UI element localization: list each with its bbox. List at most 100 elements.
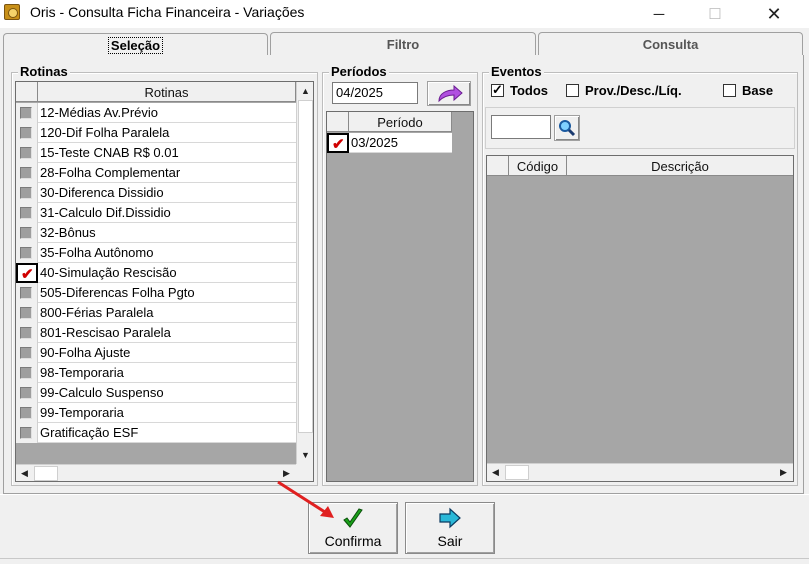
rotina-row[interactable]: 15-Teste CNAB R$ 0.01 (16, 143, 296, 163)
rotina-row[interactable]: 800-Férias Paralela (16, 303, 296, 323)
unchecked-box-icon (20, 307, 32, 319)
unchecked-box-icon (20, 227, 32, 239)
rotina-row[interactable]: 90-Folha Ajuste (16, 343, 296, 363)
rotina-row[interactable]: 505-Diferencas Folha Pgto (16, 283, 296, 303)
rotina-row[interactable]: 28-Folha Complementar (16, 163, 296, 183)
scroll-down-icon[interactable]: ▼ (297, 446, 313, 463)
row-checkbox[interactable] (16, 203, 38, 223)
search-button[interactable] (554, 115, 580, 141)
descricao-column-header[interactable]: Descrição (567, 156, 793, 176)
row-label: 120-Dif Folha Paralela (40, 125, 170, 140)
row-checkbox[interactable] (16, 243, 38, 263)
row-label: 28-Folha Complementar (40, 165, 181, 180)
rotinas-vscroll[interactable]: ▲ ▼ (296, 82, 313, 464)
scroll-left-icon[interactable]: ◀ (487, 464, 504, 481)
base-checkbox-box[interactable] (723, 84, 736, 97)
row-checkbox[interactable]: ✔ (327, 133, 349, 153)
periodos-grid-header: Período (327, 112, 452, 132)
scroll-left-icon[interactable]: ◀ (16, 465, 33, 481)
scroll-up-icon[interactable]: ▲ (297, 82, 313, 99)
row-checkbox[interactable] (16, 123, 38, 143)
row-label: Gratificação ESF (40, 425, 139, 440)
rotinas-column-header[interactable]: Rotinas (38, 82, 296, 102)
evento-search-input[interactable] (491, 115, 551, 139)
tab-selecao[interactable]: Seleção (3, 33, 268, 57)
rotinas-hscroll[interactable]: ◀ ▶ (16, 464, 296, 481)
unchecked-box-icon (20, 167, 32, 179)
rotina-row[interactable]: 12-Médias Av.Prévio (16, 103, 296, 123)
row-checkbox[interactable] (16, 283, 38, 303)
codigo-column-header[interactable]: Código (509, 156, 567, 176)
add-periodo-button[interactable] (427, 81, 471, 106)
annotation-arrow-icon (277, 480, 334, 518)
row-checkbox[interactable] (16, 163, 38, 183)
row-label: 801-Rescisao Paralela (40, 325, 171, 340)
eventos-filters: Todos Prov./Desc./Líq. Base (491, 82, 791, 101)
sair-button[interactable]: Sair (405, 502, 495, 554)
checkmark-icon (343, 508, 363, 528)
periodo-row[interactable]: ✔ 03/2025 (327, 133, 452, 153)
row-checkbox[interactable] (16, 403, 38, 423)
rotina-row[interactable]: 120-Dif Folha Paralela (16, 123, 296, 143)
maximize-button[interactable]: ☐ (692, 0, 738, 28)
eventos-hscroll[interactable]: ◀ ▶ (487, 463, 793, 481)
rotina-row[interactable]: 30-Diferenca Dissidio (16, 183, 296, 203)
row-checkbox[interactable] (16, 303, 38, 323)
close-button[interactable]: ✕ (751, 0, 797, 28)
rotinas-hscroll-thumb[interactable] (34, 466, 58, 481)
search-icon (559, 120, 576, 137)
row-label: 800-Férias Paralela (40, 305, 154, 320)
rotina-row[interactable]: 31-Calculo Dif.Dissidio (16, 203, 296, 223)
rotina-row[interactable]: 99-Temporaria (16, 403, 296, 423)
row-label: 12-Médias Av.Prévio (40, 105, 159, 120)
row-checkbox[interactable] (16, 423, 38, 443)
row-checkbox[interactable] (16, 183, 38, 203)
row-checkbox[interactable] (16, 383, 38, 403)
row-checkbox[interactable] (16, 363, 38, 383)
row-label: 35-Folha Autônomo (40, 245, 154, 260)
prov-desc-liq-checkbox-box[interactable] (566, 84, 579, 97)
periodo-input[interactable]: 04/2025 (332, 82, 418, 104)
periodos-indicator-header (327, 112, 349, 132)
rotina-row[interactable]: 99-Calculo Suspenso (16, 383, 296, 403)
todos-checkbox[interactable]: Todos (491, 82, 548, 98)
rotina-row[interactable]: 35-Folha Autônomo (16, 243, 296, 263)
rotina-row[interactable]: 32-Bônus (16, 223, 296, 243)
eventos-group: Eventos Todos Prov./Desc./Líq. Base (482, 64, 798, 486)
tab-strip: Seleção Filtro Consulta (0, 28, 809, 57)
base-checkbox[interactable]: Base (723, 83, 773, 98)
row-label: 90-Folha Ajuste (40, 345, 131, 360)
rotinas-vscroll-thumb[interactable] (298, 100, 313, 433)
unchecked-box-icon (20, 367, 32, 379)
scroll-right-icon[interactable]: ▶ (775, 464, 792, 481)
selecao-panel: Rotinas Rotinas 12-Médias Av.Prévio 120-D… (3, 55, 804, 494)
rotinas-group: Rotinas Rotinas 12-Médias Av.Prévio 120-D… (11, 64, 318, 486)
periodos-column-header[interactable]: Período (349, 112, 452, 132)
base-label: Base (742, 83, 774, 98)
row-checkbox[interactable] (16, 343, 38, 363)
eventos-hscroll-thumb[interactable] (505, 465, 529, 480)
rotina-row[interactable]: 98-Temporaria (16, 363, 296, 383)
tab-consulta[interactable]: Consulta (538, 32, 803, 56)
rotina-row[interactable]: Gratificação ESF (16, 423, 296, 443)
unchecked-box-icon (20, 207, 32, 219)
app-icon (4, 4, 20, 20)
eventos-group-label: Eventos (489, 64, 544, 79)
prov-desc-liq-checkbox[interactable]: Prov./Desc./Líq. (566, 83, 682, 98)
unchecked-box-icon (20, 427, 32, 439)
todos-checkbox-box[interactable] (491, 82, 504, 98)
row-checkbox[interactable]: ✔ (16, 263, 38, 283)
row-checkbox[interactable] (16, 103, 38, 123)
periodos-grid: Período ✔ 03/2025 (326, 111, 474, 482)
row-label: 30-Diferenca Dissidio (40, 185, 164, 200)
rotina-row[interactable]: 801-Rescisao Paralela (16, 323, 296, 343)
row-checkbox[interactable] (16, 223, 38, 243)
tab-filtro[interactable]: Filtro (270, 32, 536, 56)
rotinas-grid: Rotinas 12-Médias Av.Prévio 120-Dif Folha… (15, 81, 314, 482)
row-checkbox[interactable] (16, 143, 38, 163)
unchecked-box-icon (20, 327, 32, 339)
rotina-row[interactable]: ✔ 40-Simulação Rescisão (16, 263, 296, 283)
tab-selecao-label: Seleção (107, 37, 164, 54)
row-checkbox[interactable] (16, 323, 38, 343)
minimize-button[interactable]: ─ (636, 0, 682, 28)
